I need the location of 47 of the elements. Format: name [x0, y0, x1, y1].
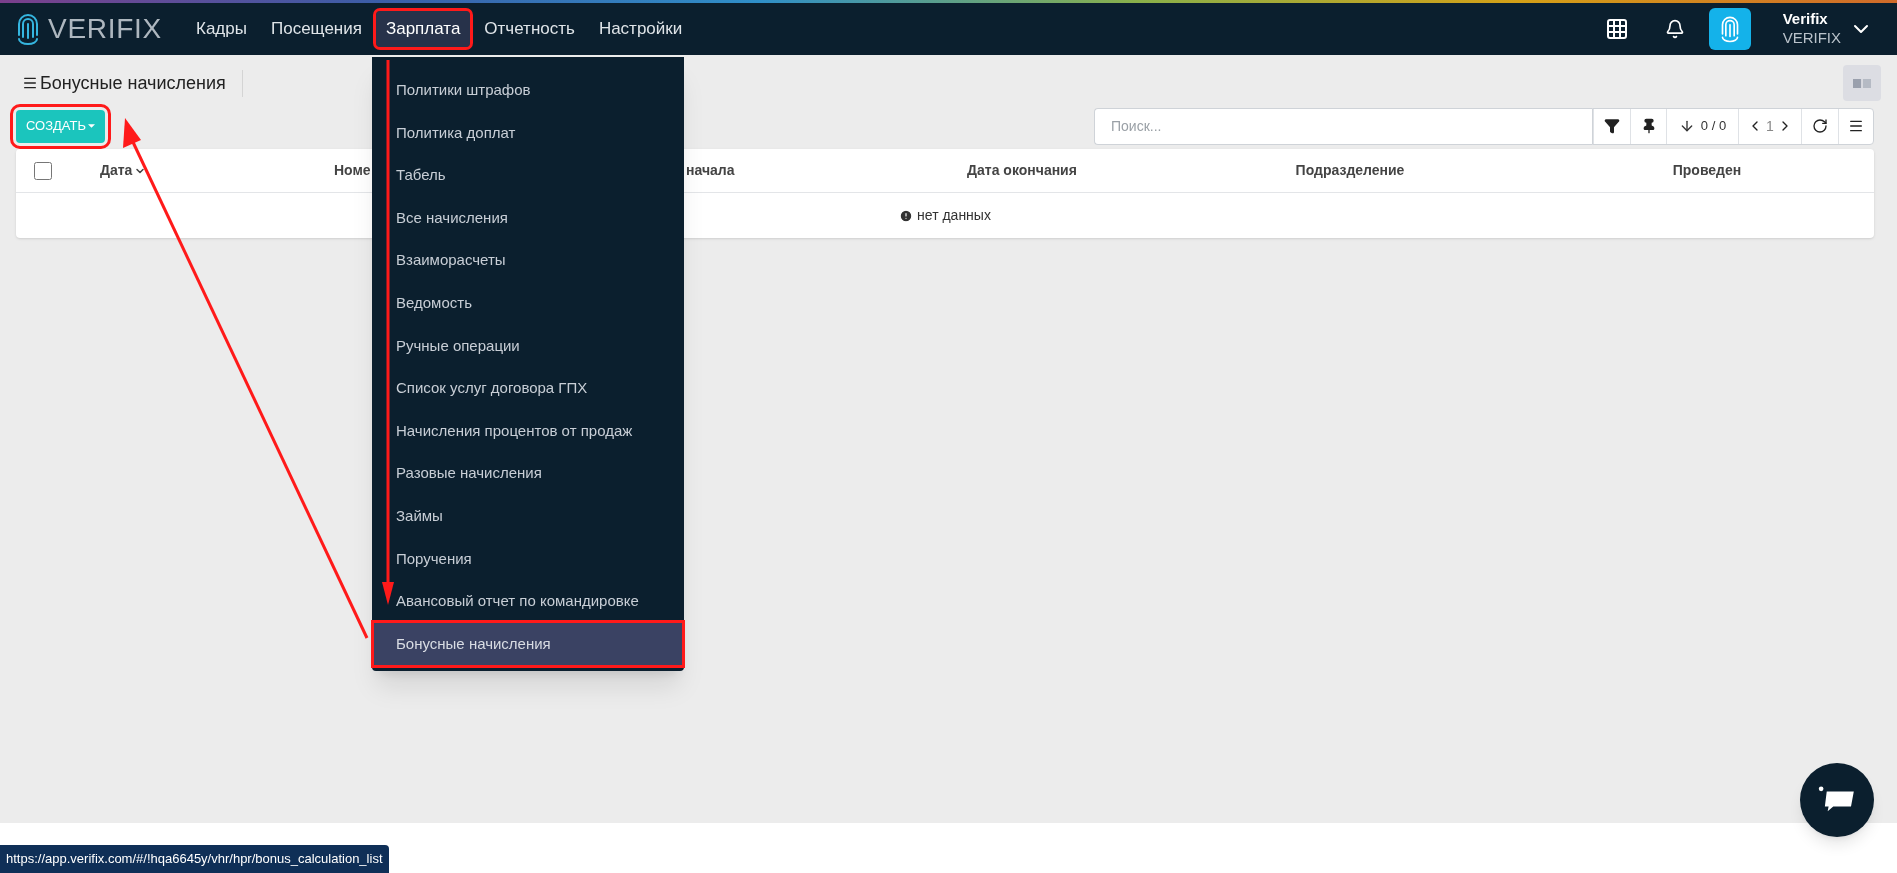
dropdown-menu-item[interactable]: Табель	[374, 154, 682, 197]
column-header[interactable]: Дата	[84, 160, 334, 181]
select-all-checkbox[interactable]	[34, 162, 52, 181]
dropdown-menu-item[interactable]: Взаиморасчеты	[374, 239, 682, 282]
dropdown-menu-item[interactable]: Разовые начисления	[374, 452, 682, 495]
dropdown-menu-item[interactable]: Все начисления	[374, 196, 682, 240]
nav-menu-item[interactable]: Посещения	[260, 11, 372, 47]
dropdown-menu-item[interactable]: Политики штрафов	[374, 69, 682, 112]
chat-button[interactable]	[1800, 763, 1874, 837]
dropdown-menu-item[interactable]: Ведомость	[374, 281, 682, 325]
info-icon	[899, 208, 914, 223]
column-header[interactable]: Проведен	[1540, 160, 1874, 181]
column-header[interactable]: Дата окончания	[884, 160, 1160, 181]
menu-icon[interactable]	[22, 75, 38, 91]
page-title: Бонусные начисления	[40, 69, 243, 97]
dropdown-menu-item[interactable]: Займы	[374, 494, 682, 538]
nav-menu-item[interactable]: Отчетность	[474, 11, 585, 47]
nav-menu-item[interactable]: Зарплата	[375, 11, 471, 47]
dropdown-menu-item[interactable]: Бонусные начисления	[374, 622, 682, 666]
company-name: VERIFIX	[1782, 29, 1841, 48]
page-number: 1	[1766, 116, 1774, 136]
user-name: Verifix	[1782, 10, 1829, 29]
column-header[interactable]: Подразделение	[1160, 160, 1540, 181]
dropdown-menu-item[interactable]: Авансовый отчет по командировке	[374, 580, 682, 623]
nav-menu-item[interactable]: Кадры	[186, 11, 257, 47]
dropdown-menu-item[interactable]: Политика доплат	[374, 111, 682, 155]
column-header[interactable]: начала	[684, 160, 884, 181]
dropdown-menu-item[interactable]: Ручные операции	[374, 324, 682, 368]
nav-menu-item[interactable]: Настройки	[588, 11, 693, 47]
apps-grid-icon[interactable]	[1604, 17, 1629, 41]
dropdown-menu-item[interactable]: Поручения	[374, 537, 682, 581]
refresh-icon	[1812, 118, 1828, 134]
dropdown-menu-item[interactable]: Список услуг договора ГПХ	[374, 367, 682, 410]
notification-bell-icon[interactable]	[1664, 19, 1685, 39]
translate-icon	[1853, 78, 1871, 88]
dropdown-menu-item[interactable]: Начисления процентов от продаж	[374, 409, 682, 453]
status-bar-url: https://app.verifix.com/#/!hqa6645y/vhr/hpr/bonus_calculation_list	[0, 845, 389, 873]
logo-text: VERIFIX	[48, 12, 162, 46]
filter-icon	[1604, 118, 1620, 134]
empty-message: нет данных	[917, 206, 991, 225]
menu-icon	[1848, 118, 1864, 134]
search-field[interactable]: Поиск...	[1094, 107, 1592, 145]
fingerprint-icon	[1719, 14, 1740, 44]
avatar[interactable]	[1708, 8, 1751, 50]
sort-counter-button[interactable]: 0 / 0	[1666, 108, 1738, 144]
fingerprint-icon	[16, 12, 40, 46]
caret-icon	[88, 124, 95, 128]
